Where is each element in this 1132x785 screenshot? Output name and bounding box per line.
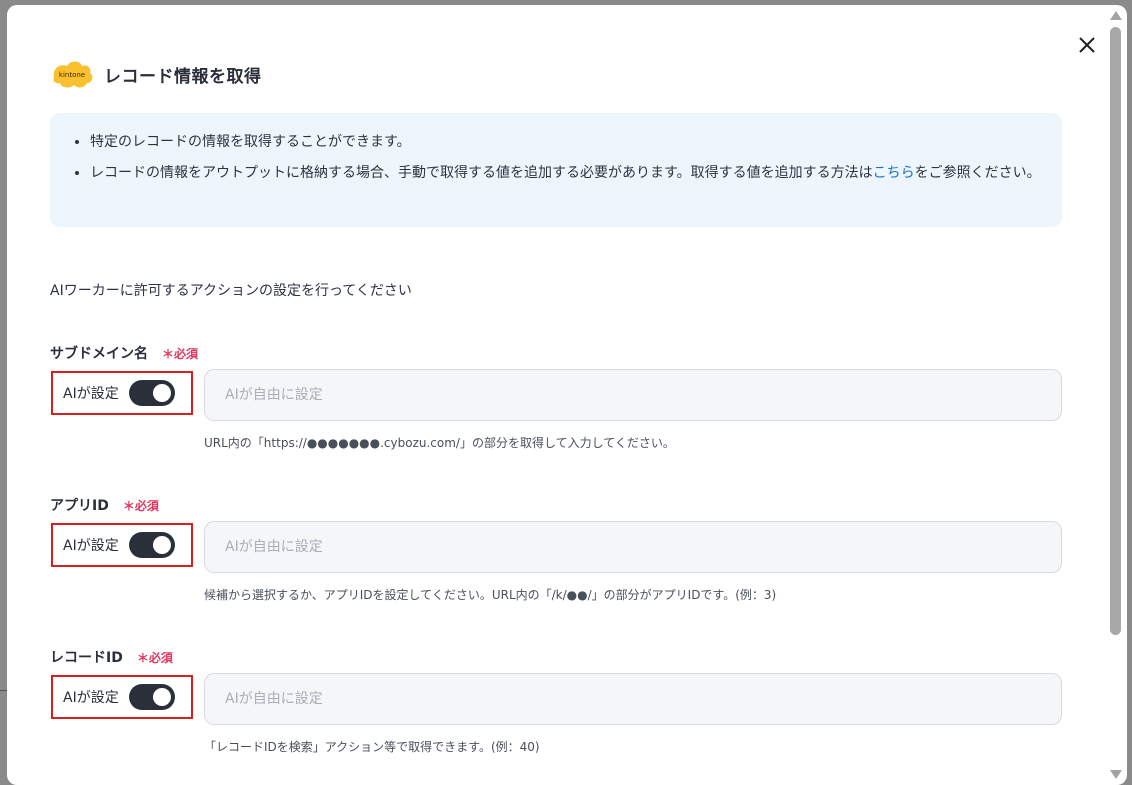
close-button[interactable] <box>1075 33 1099 57</box>
svg-text:kintone: kintone <box>59 71 85 79</box>
ai-setting-toggle-group[interactable]: AIが設定 <box>51 371 193 415</box>
toggle-knob <box>152 536 171 554</box>
ai-setting-toggle-group[interactable]: AIが設定 <box>51 675 193 719</box>
ai-setting-toggle[interactable] <box>128 684 175 710</box>
info-text: レコードの情報をアウトプットに格納する場合、手動で取得する値を追加する必要があり… <box>90 165 873 181</box>
modal-title: レコード情報を取得 <box>104 66 262 87</box>
field-label-text: アプリID <box>50 498 109 514</box>
ai-setting-label: AIが設定 <box>63 690 119 706</box>
help-link[interactable]: こちら <box>873 165 915 181</box>
modal-dialog: kintone レコード情報を取得 特定のレコードの情報を取得することができます… <box>7 5 1127 785</box>
close-icon <box>1079 37 1095 53</box>
field-label: レコードID ＊必須 <box>50 647 173 667</box>
toggle-knob <box>152 384 171 402</box>
field-record-id: レコードID ＊必須 AIが設定 「レコードIDを検索」アクション等で取得できま… <box>50 647 1062 767</box>
app-id-input[interactable] <box>204 521 1062 573</box>
field-label-text: レコードID <box>50 650 123 666</box>
info-item: レコードの情報をアウトプットに格納する場合、手動で取得する値を追加する必要があり… <box>90 161 1042 186</box>
field-label: サブドメイン名 ＊必須 <box>50 343 198 363</box>
modal-header: kintone レコード情報を取得 <box>50 57 262 91</box>
ai-setting-toggle-group[interactable]: AIが設定 <box>51 523 193 567</box>
required-badge: ＊必須 <box>122 498 159 513</box>
info-text: をご参照ください。 <box>914 165 1041 181</box>
record-id-input[interactable] <box>204 673 1062 725</box>
scroll-down-arrow-icon[interactable] <box>1110 770 1122 779</box>
ai-setting-label: AIが設定 <box>63 386 119 402</box>
field-subdomain: サブドメイン名 ＊必須 AIが設定 URL内の「https://●●●●●●●.… <box>50 343 1062 463</box>
field-hint: 候補から選択するか、アプリIDを設定してください。URL内の「/k/●●/」の部… <box>204 588 777 602</box>
ai-setting-toggle[interactable] <box>128 532 175 558</box>
required-badge: ＊必須 <box>136 650 173 665</box>
toggle-knob <box>152 688 171 706</box>
scrollbar[interactable] <box>1105 5 1127 785</box>
required-badge: ＊必須 <box>162 346 199 361</box>
scroll-thumb[interactable] <box>1110 27 1121 635</box>
field-hint: URL内の「https://●●●●●●●.cybozu.com/」の部分を取得… <box>204 436 675 450</box>
ai-setting-toggle[interactable] <box>128 380 175 406</box>
scroll-up-arrow-icon[interactable] <box>1110 11 1122 20</box>
section-intro: AIワーカーに許可するアクションの設定を行ってください <box>50 283 412 299</box>
subdomain-input[interactable] <box>204 369 1062 421</box>
field-label-text: サブドメイン名 <box>50 346 148 362</box>
ai-setting-label: AIが設定 <box>63 538 119 554</box>
info-item: 特定のレコードの情報を取得することができます。 <box>90 130 1042 155</box>
info-list: 特定のレコードの情報を取得することができます。 レコードの情報をアウトプットに格… <box>70 130 1042 186</box>
field-app-id: アプリID ＊必須 AIが設定 候補から選択するか、アプリIDを設定してください… <box>50 495 1062 615</box>
info-box: 特定のレコードの情報を取得することができます。 レコードの情報をアウトプットに格… <box>50 113 1062 227</box>
kintone-logo-icon: kintone <box>53 61 93 88</box>
field-hint: 「レコードIDを検索」アクション等で取得できます。(例：40) <box>204 740 540 754</box>
field-label: アプリID ＊必須 <box>50 495 159 515</box>
